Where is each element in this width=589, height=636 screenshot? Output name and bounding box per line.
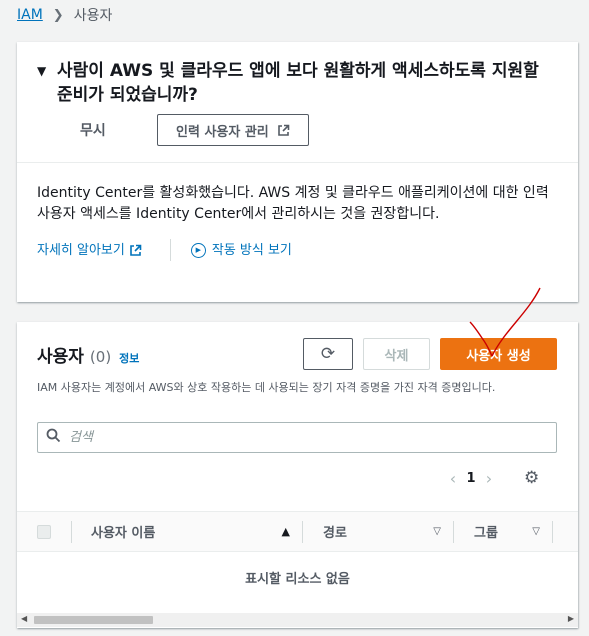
pagination: ‹ 1 › ⚙	[442, 468, 539, 488]
empty-state: 표시할 리소스 없음	[245, 572, 350, 587]
caret-down-icon[interactable]: ▼	[37, 59, 57, 107]
sort-icon: ▽	[433, 526, 441, 537]
refresh-icon: ⟳	[320, 344, 336, 364]
create-user-button[interactable]: 사용자 생성	[440, 338, 557, 370]
chevron-right-icon: ❯	[52, 7, 64, 23]
horizontal-scrollbar[interactable]: ◀ ▶	[17, 613, 578, 627]
play-icon: ▶	[190, 242, 206, 258]
column-path[interactable]: 경로 ▽	[303, 522, 453, 541]
chevron-right-icon[interactable]: ›	[478, 469, 500, 488]
manage-workforce-users-button[interactable]: 인력 사용자 관리	[157, 114, 309, 146]
users-title: 사용자	[37, 347, 84, 367]
sort-icon: ▽	[532, 526, 540, 537]
dismiss-button[interactable]: 무시	[80, 120, 157, 140]
table-header: 사용자 이름 ▲ 경로 ▽ 그룹 ▽	[17, 511, 578, 552]
page-number[interactable]: 1	[464, 471, 478, 486]
info-link[interactable]: 정보	[119, 350, 139, 366]
search-field[interactable]	[37, 422, 557, 453]
column-divider	[552, 520, 553, 543]
scroll-left-icon[interactable]: ◀	[21, 614, 27, 623]
column-groups[interactable]: 그룹 ▽	[454, 522, 552, 541]
learn-more-link[interactable]: 자세히 알아보기	[37, 240, 142, 261]
external-link-icon	[130, 244, 142, 256]
users-count: (0)	[89, 348, 112, 366]
scrollbar-thumb[interactable]	[34, 616, 153, 624]
users-panel: 사용자 (0) 정보 ⟳ 삭제 사용자 생성 IAM 사용자는 계정에서 AWS…	[17, 322, 578, 628]
how-it-works-link[interactable]: ▶ 작동 방식 보기	[190, 240, 292, 261]
select-all-checkbox[interactable]	[37, 524, 51, 539]
scroll-right-icon[interactable]: ▶	[568, 614, 574, 623]
how-it-works-label: 작동 방식 보기	[211, 242, 292, 258]
column-user-name-label: 사용자 이름	[91, 526, 156, 541]
users-description: IAM 사용자는 계정에서 AWS와 상호 작용하는 데 사용되는 장기 자격 …	[37, 381, 496, 394]
sort-icon: ▲	[281, 525, 290, 538]
learn-more-label: 자세히 알아보기	[37, 242, 125, 258]
manage-workforce-users-label: 인력 사용자 관리	[176, 124, 269, 140]
gear-icon[interactable]: ⚙	[524, 468, 539, 488]
identity-center-title-text: 사람이 AWS 및 클라우드 앱에 보다 원활하게 액세스하도록 지원할 준비가…	[57, 61, 539, 105]
column-groups-label: 그룹	[474, 526, 498, 541]
link-divider	[169, 239, 171, 261]
search-icon	[46, 428, 61, 447]
column-path-label: 경로	[323, 526, 347, 541]
breadcrumb-iam-link[interactable]: IAM	[17, 7, 43, 23]
identity-center-title[interactable]: ▼ 사람이 AWS 및 클라우드 앱에 보다 원활하게 액세스하도록 지원할 준…	[37, 59, 558, 107]
column-user-name[interactable]: 사용자 이름 ▲	[72, 522, 302, 541]
refresh-button[interactable]: ⟳	[303, 338, 353, 370]
delete-button[interactable]: 삭제	[363, 338, 430, 370]
chevron-left-icon[interactable]: ‹	[442, 469, 464, 488]
breadcrumb: IAM ❯ 사용자	[17, 5, 112, 25]
breadcrumb-current: 사용자	[73, 8, 113, 24]
identity-center-panel: ▼ 사람이 AWS 및 클라우드 앱에 보다 원활하게 액세스하도록 지원할 준…	[17, 42, 578, 302]
external-link-icon	[277, 124, 290, 136]
search-input[interactable]	[69, 430, 556, 445]
identity-center-body: Identity Center를 활성화했습니다. AWS 계정 및 클라우드 …	[37, 185, 549, 222]
